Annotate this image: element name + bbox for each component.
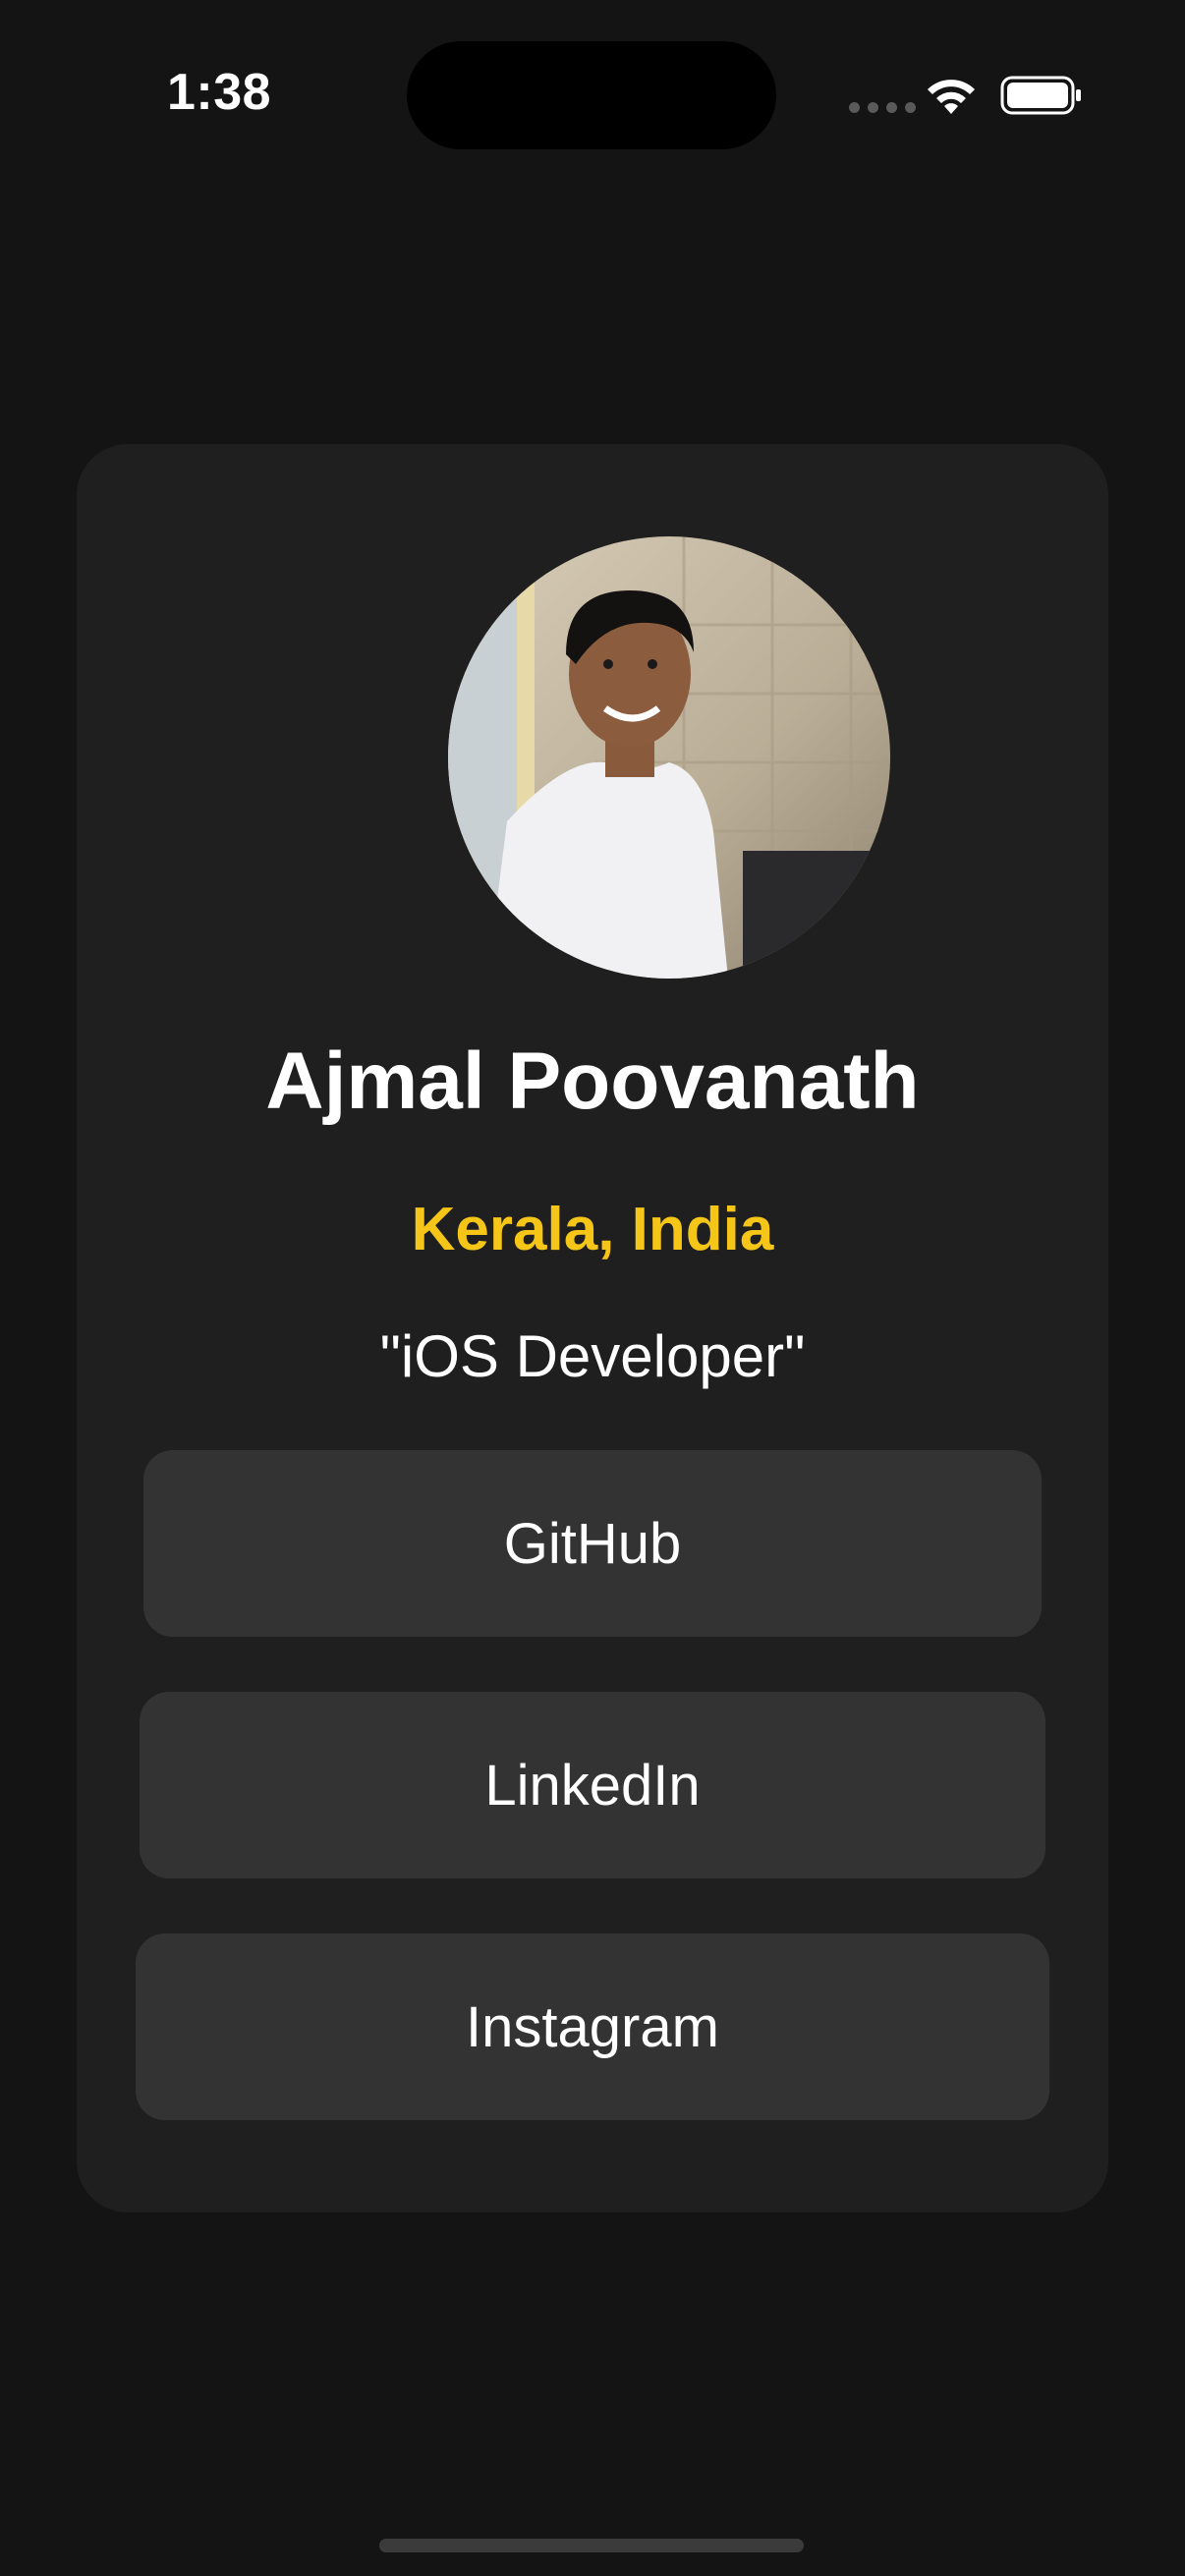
status-time: 1:38 — [167, 64, 272, 121]
dynamic-island — [407, 41, 776, 149]
battery-icon — [1000, 76, 1081, 115]
profile-card: Ajmal Poovanath Kerala, India "iOS Devel… — [77, 444, 1108, 2212]
instagram-button[interactable]: Instagram — [136, 1933, 1049, 2120]
wifi-icon — [928, 80, 975, 114]
profile-photo — [448, 536, 890, 979]
profile-location: Kerala, India — [411, 1196, 774, 1263]
profile-name: Ajmal Poovanath — [265, 1036, 920, 1126]
home-indicator[interactable] — [379, 2539, 804, 2552]
linkedin-button[interactable]: LinkedIn — [140, 1692, 1045, 1878]
github-button[interactable]: GitHub — [143, 1450, 1042, 1637]
avatar — [448, 536, 890, 979]
profile-role: "iOS Developer" — [379, 1323, 806, 1389]
cellular-signal-icon — [849, 102, 916, 113]
